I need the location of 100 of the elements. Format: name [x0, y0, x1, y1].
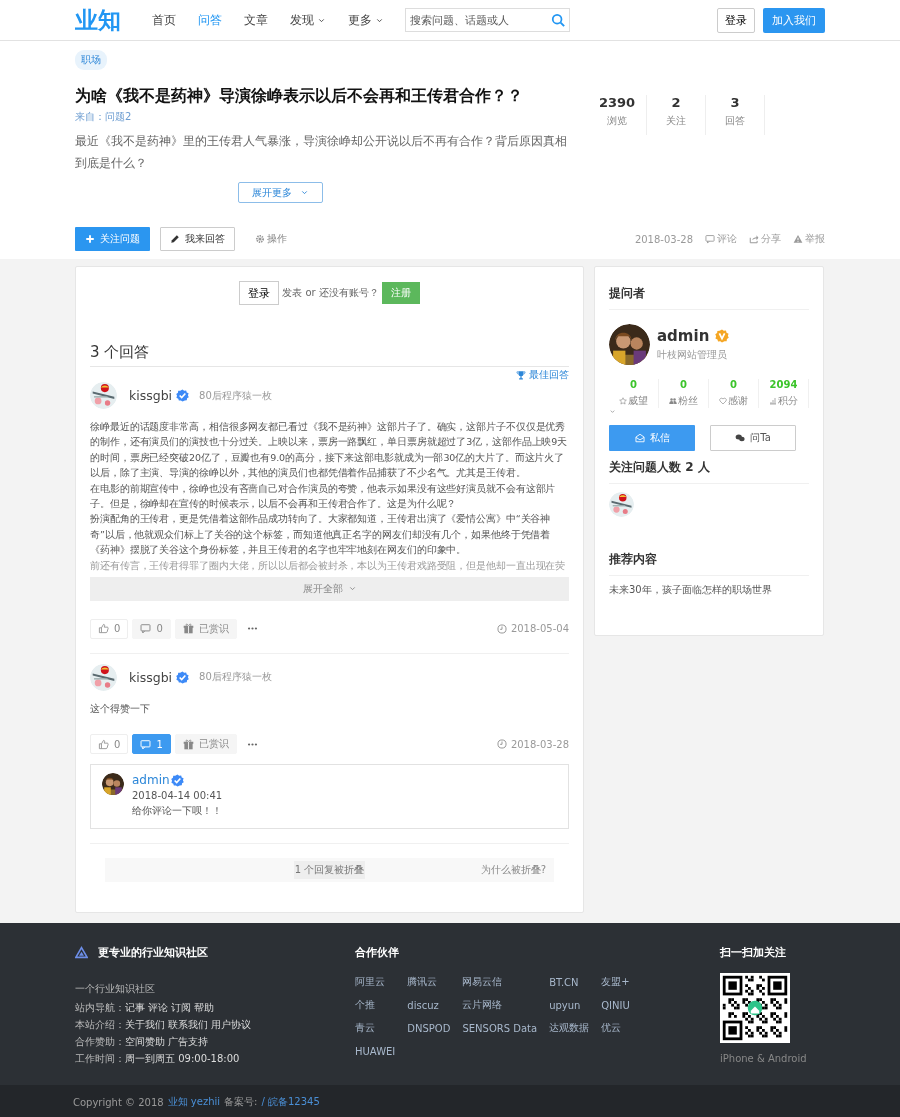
icp-label: 备案号: — [224, 1095, 258, 1110]
footer-link[interactable]: 帮助 — [194, 1001, 214, 1016]
nav-link[interactable]: 首页 — [141, 11, 187, 29]
comment-icon — [705, 234, 715, 244]
author-name[interactable]: kissgbi — [129, 388, 173, 403]
footer-description: 一个行业知识社区 — [75, 982, 156, 997]
share-icon — [749, 234, 759, 244]
stat-value: 0 — [729, 379, 738, 390]
footer-link[interactable]: 广告支持 — [168, 1035, 208, 1050]
partner-logo[interactable]: 达观数据 — [549, 1020, 590, 1037]
footer-link[interactable]: 周一到周五 09:00-18:00 — [125, 1052, 240, 1067]
footer-link[interactable]: 联系我们 — [168, 1018, 208, 1033]
plus-icon — [85, 234, 95, 244]
collapsed-count[interactable]: 1 个回复被折叠 — [293, 861, 366, 880]
answer-text: 这个得赞一下 — [90, 701, 151, 716]
partner-logo[interactable]: 腾讯云 — [407, 974, 451, 991]
stat-label: 回答 — [724, 114, 746, 128]
partner-logo[interactable]: 阿里云 — [355, 974, 396, 991]
partner-logo[interactable]: 友盟+ — [601, 974, 630, 991]
footer-heading: 合作伙伴 — [355, 945, 400, 961]
partner-logo[interactable]: QINIU — [601, 997, 630, 1014]
author-name[interactable]: kissgbi — [129, 669, 173, 685]
best-answer-link[interactable]: 最佳回答 — [516, 368, 569, 382]
partner-logo[interactable]: HUAWEI — [355, 1043, 396, 1060]
nav-link[interactable]: 文章 — [233, 11, 279, 29]
stat-label: 关注 — [665, 114, 687, 128]
reward-button[interactable]: 已赏识 — [174, 618, 237, 639]
user-role: 叶枝网站管理员 — [657, 349, 728, 362]
answer-button[interactable]: 我来回答 — [160, 227, 235, 251]
partner-logo[interactable]: BT.CN — [549, 974, 590, 991]
footer-link[interactable]: 关于我们 — [125, 1018, 165, 1033]
login-prompt-text: 发表 or 还没有账号？ — [282, 286, 379, 300]
partner-logo[interactable]: 云片网络 — [462, 997, 538, 1014]
chat-icon — [735, 433, 746, 443]
partner-logo[interactable]: 优云 — [601, 1020, 630, 1037]
answer-text: 徐峥最近的话题度非常高，相信很多网友都已看过《我不是药神》这部片子了。确实，这部片子不仅仅是优秀的制作，还有演员们的演技也十分过关。上映以来，票房一路飘红，单日票房就超过了3亿，这部作品上映9天的时间，票房已经突破20亿了，豆瓣也有9.0的高分，接下来这部电影就成为一部30亿的大片了。而这片火了以后，除了主演、导演的徐峥以外，其他的演员们也都凭借着作品捕获了不少名气。尤其是王传君。 — [90, 420, 569, 481]
recommended-link[interactable]: 未来30年，孩子面临怎样的职场世界 — [609, 583, 809, 621]
search-field[interactable]: 搜索问题、话题或人 — [405, 8, 570, 32]
bar-chart-icon — [769, 397, 777, 405]
expand-more-button[interactable]: 展开更多 — [237, 182, 323, 203]
operate-link[interactable]: 操作 — [255, 232, 287, 246]
like-button[interactable]: 0 — [90, 618, 129, 639]
heart-icon — [719, 397, 727, 405]
footer-label: 站内导航： — [75, 1001, 125, 1016]
icp-link[interactable]: / 皖备12345 — [261, 1095, 320, 1110]
comments-button[interactable]: 0 — [132, 618, 171, 639]
partner-logo[interactable]: 个推 — [355, 997, 396, 1014]
partner-logo[interactable]: DNSPOD — [407, 1020, 451, 1037]
footer-link[interactable]: 记事 — [125, 1001, 145, 1016]
partner-logo[interactable]: upyun — [549, 997, 590, 1014]
reward-button[interactable]: 已赏识 — [174, 734, 237, 755]
settings-icon — [255, 234, 265, 244]
answer-date: 2018-03-28 — [510, 738, 569, 750]
stat-value: 2390 — [597, 95, 637, 110]
commenter-name[interactable]: admin — [132, 773, 170, 788]
question-date: 2018-03-28 — [634, 233, 693, 245]
thumbs-up-icon — [98, 623, 109, 635]
question-description: 最近《我不是药神》里的王传君人气暴涨，导演徐峥却公开说以后不再有合作？背后原因真相到底是什么？ — [75, 133, 568, 172]
section-heading: 提问者 — [609, 285, 809, 310]
footer-link[interactable]: 用户协议 — [211, 1018, 251, 1033]
stat-value: 3 — [729, 95, 741, 110]
section-heading: 推荐内容 — [609, 551, 809, 576]
verified-badge-icon — [715, 329, 730, 343]
footer-link[interactable]: 空间赞助 — [125, 1035, 165, 1050]
partner-logo[interactable]: discuz — [407, 997, 451, 1014]
comment-icon — [140, 623, 152, 635]
copyright-text: Copyright © 2018 — [73, 1096, 164, 1108]
comment-date: 2018-04-14 00:41 — [132, 790, 223, 802]
partner-logo[interactable]: SENSORS Data — [462, 1020, 538, 1037]
footer-link[interactable]: 评论 — [148, 1001, 168, 1016]
gift-icon — [182, 623, 194, 635]
why-collapsed-link[interactable]: 为什么被折叠? — [480, 863, 546, 878]
star-icon — [619, 397, 627, 405]
login-button[interactable]: 登录 — [717, 7, 755, 33]
clock-icon — [496, 739, 507, 750]
thumbs-up-icon — [98, 738, 109, 750]
footer-heading: 扫一扫加关注 — [720, 945, 787, 961]
like-button[interactable]: 0 — [90, 734, 129, 755]
stat-value: 0 — [629, 379, 638, 390]
partner-logo[interactable]: 网易云信 — [462, 974, 538, 991]
footer-link[interactable]: 订阅 — [171, 1001, 191, 1016]
partner-logo[interactable]: 青云 — [355, 1020, 396, 1037]
stat-value: 2 — [670, 95, 682, 110]
search-icon[interactable] — [551, 13, 565, 27]
question-title: 为啥《我不是药神》导演徐峥表示以后不会再和王传君合作？？ — [75, 86, 524, 107]
nav-link[interactable]: 发现 — [279, 11, 337, 29]
ask-button[interactable]: 问Ta — [710, 425, 796, 451]
answer-text: 在电影的前期宣传中，徐峥也没有吝啬自己对合作演员的夸赞，他表示如果没有这些好演员就不会有这部片子。但是，徐峥却在宣传的时候表示，以后不会再和王传君合作了。这是为什么呢？ — [90, 481, 557, 512]
envelope-icon — [634, 433, 645, 443]
footer-heading: 更专业的行业知识社区 — [98, 945, 208, 961]
answer-text: 扮演配角的王传君，更是凭借着这部作品成功转向了。大家都知道，王传君出演了《爱情公寓》中“关谷神奇”以后，他就观众们标上了关谷的这个标签，而知道他真正名字的网友们却没有几个，如果他终于凭借着《药神》摆脱了关谷这个身份标签，并且王传君的名字也牢牢地刻在网友们的印象中。 — [90, 512, 552, 558]
site-link[interactable]: 业知 yezhii — [167, 1095, 221, 1110]
topic-tag[interactable]: 职场 — [75, 50, 107, 70]
login-button[interactable]: 登录 — [239, 281, 280, 305]
comment-icon — [140, 738, 152, 750]
nav-link[interactable]: 更多 — [337, 11, 395, 29]
trophy-icon — [516, 370, 526, 380]
stat-label: 粉丝 — [678, 394, 698, 408]
user-name[interactable]: admin — [657, 327, 710, 345]
stat-label: 浏览 — [606, 114, 628, 128]
